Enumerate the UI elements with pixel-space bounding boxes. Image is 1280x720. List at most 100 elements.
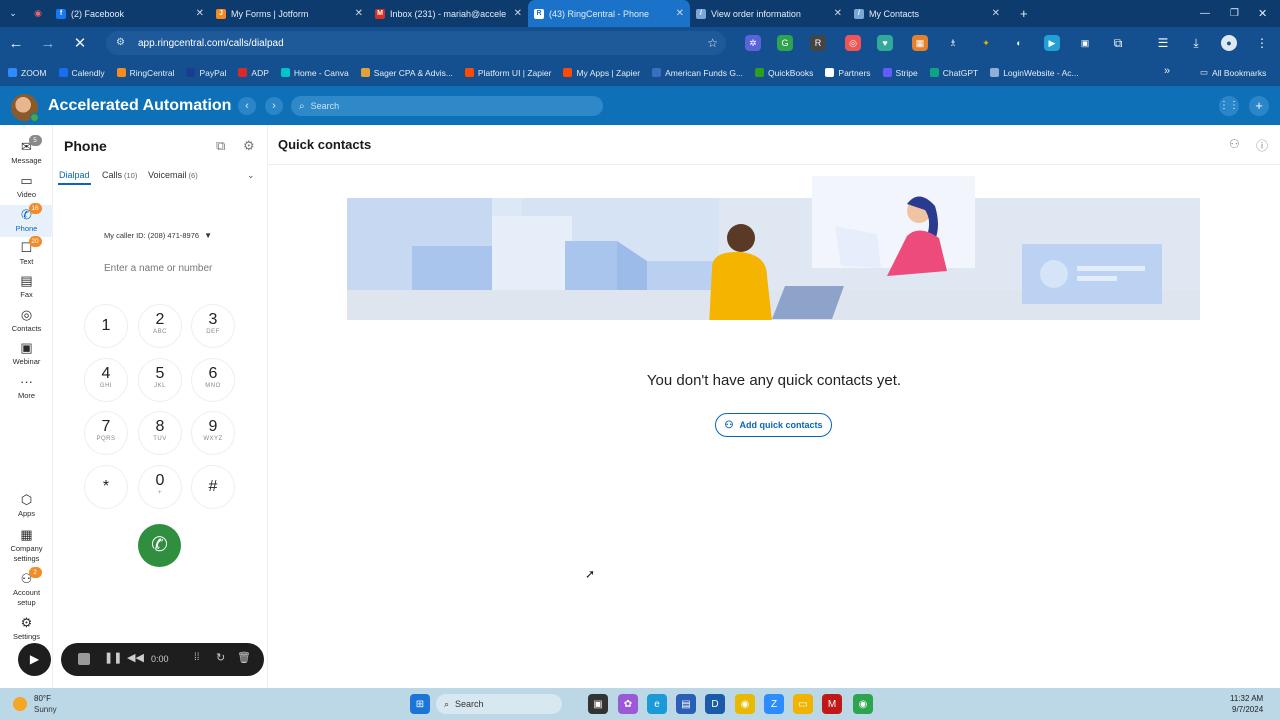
dialpad-key[interactable]: 1 (84, 304, 128, 348)
dialpad-key[interactable]: 9 WXYZ (191, 411, 235, 455)
back-button[interactable]: ← (0, 35, 32, 52)
rail-item-webinar[interactable]: ▣ Webinar (0, 338, 53, 370)
dialpad-key[interactable]: 5 JKL (138, 358, 182, 402)
bookmark-item[interactable]: RingCentral (116, 68, 174, 78)
browser-tab[interactable]: J My Forms | Jotform ✕ (210, 0, 369, 27)
dialpad-key[interactable]: 4 GHI (84, 358, 128, 402)
extension-icon[interactable]: ✲ (745, 35, 761, 51)
history-forward-button[interactable]: › (265, 97, 283, 115)
extension-icon[interactable]: ♗ (945, 35, 961, 51)
rail-item-company-settings[interactable]: ▦ Company settings (0, 528, 53, 564)
browser-tab[interactable]: M Inbox (231) - mariah@accele ✕ (369, 0, 528, 27)
bookmark-item[interactable]: ZOOM (8, 68, 47, 78)
bookmark-item[interactable]: PayPal (186, 68, 226, 78)
app-search-input[interactable]: ⌕ Search (291, 96, 603, 116)
download-icon[interactable]: ⤓ (1188, 35, 1204, 51)
rail-item-contacts[interactable]: ◎ Contacts (0, 305, 53, 337)
new-action-button[interactable]: + (1249, 96, 1269, 116)
extension-icon[interactable]: ◐ (1011, 35, 1027, 51)
bookmark-item[interactable]: Calendly (58, 68, 105, 78)
dialpad-key[interactable]: 6 MNO (191, 358, 235, 402)
extension-icon[interactable]: G (777, 35, 793, 51)
dialpad-key[interactable]: * (84, 465, 128, 509)
bookmark-item[interactable]: My Apps | Zapier (563, 68, 640, 78)
dialpad-key[interactable]: 0 + (138, 465, 182, 509)
dialpad-key[interactable]: 7 PQRS (84, 411, 128, 455)
rail-item-account-setup[interactable]: ⚇ 2 Account setup (0, 567, 53, 608)
extension-icon[interactable]: ♥ (877, 35, 893, 51)
minimize-button[interactable]: — (1200, 8, 1210, 19)
dialpad-key[interactable]: # (191, 465, 235, 509)
tab-close-icon[interactable]: ✕ (834, 8, 842, 19)
popout-icon[interactable]: ⧉ (216, 138, 225, 154)
extension-icon[interactable]: R (810, 35, 826, 51)
bookmark-item[interactable]: Partners (825, 68, 871, 78)
browser-tab[interactable]: R (43) RingCentral - Phone ✕ (528, 0, 690, 27)
edge-icon[interactable]: e (647, 694, 667, 714)
add-quick-contacts-button[interactable]: ⚇ Add quick contacts (715, 413, 832, 437)
trash-icon[interactable]: 🗑 (237, 651, 251, 664)
browser-tab[interactable]: f (2) Facebook ✕ (50, 0, 210, 27)
app-grid-icon[interactable]: ⋮⋮ (1219, 96, 1239, 116)
bookmarks-overflow-icon[interactable]: » (1164, 65, 1170, 77)
taskbar-search[interactable]: ⌕ Search (436, 694, 562, 714)
number-input[interactable]: Enter a name or number (104, 263, 212, 274)
dialpad-key[interactable]: 3 DEF (191, 304, 235, 348)
extensions-puzzle-icon[interactable]: ⧉ (1110, 35, 1126, 51)
bookmark-item[interactable]: LoginWebsite - Ac... (990, 68, 1079, 78)
tab-dialpad[interactable]: Dialpad (59, 170, 90, 180)
browser-tab[interactable]: / View order information ✕ (690, 0, 848, 27)
pause-icon[interactable]: ❚❚ (104, 651, 122, 664)
new-tab-button[interactable]: + (1020, 6, 1028, 21)
restart-icon[interactable]: ↻ (216, 651, 225, 664)
windows-start-icon[interactable]: ⊞ (410, 694, 430, 714)
tab-close-icon[interactable]: ✕ (514, 8, 522, 19)
avatar[interactable] (11, 94, 39, 122)
mcafee-icon[interactable]: M (822, 694, 842, 714)
tab-close-icon[interactable]: ✕ (992, 8, 1000, 19)
tab-close-icon[interactable]: ✕ (196, 8, 204, 19)
rail-item-settings[interactable]: ⚙ Settings (0, 616, 53, 642)
bookmark-item[interactable]: American Funds G... (652, 68, 743, 78)
rail-item-phone[interactable]: ✆ 16 Phone (0, 203, 53, 237)
profile-icon[interactable]: ● (1221, 35, 1237, 51)
site-info-icon[interactable]: ⚙ (116, 37, 128, 49)
browser-menu-icon[interactable]: ⋮ (1254, 35, 1270, 51)
copilot-icon[interactable]: ✿ (618, 694, 638, 714)
tab-close-icon[interactable]: ✕ (676, 8, 684, 19)
history-back-button[interactable]: ‹ (238, 97, 256, 115)
extension-icon[interactable]: ▣ (1077, 35, 1093, 51)
tab-menu-button[interactable]: ⌄ (0, 8, 26, 19)
tab-voicemail[interactable]: Voicemail (6) (148, 170, 198, 180)
record-camera-button[interactable]: ▶ (18, 643, 51, 676)
url-field[interactable]: ⚙ app.ringcentral.com/calls/dialpad ☆ (106, 31, 726, 55)
extension-icon[interactable]: ✦ (978, 35, 994, 51)
task-view-icon[interactable]: ▣ (588, 694, 608, 714)
forward-button[interactable]: → (32, 35, 64, 52)
call-button[interactable]: ✆ (138, 524, 181, 567)
bookmark-item[interactable]: Stripe (882, 68, 918, 78)
tab-close-icon[interactable]: ✕ (355, 8, 363, 19)
bookmark-item[interactable]: Platform UI | Zapier (464, 68, 551, 78)
stop-icon[interactable] (78, 653, 90, 665)
extension-icon[interactable]: ▶ (1044, 35, 1060, 51)
browser-tab[interactable]: / My Contacts ✕ (848, 0, 1006, 27)
dialpad-key[interactable]: 2 ABC (138, 304, 182, 348)
add-contact-icon[interactable]: ⚇ (1229, 137, 1240, 151)
caller-id-select[interactable]: My caller ID: (208) 471-8976 ▼ (104, 231, 212, 240)
extension-icon[interactable]: ▦ (912, 35, 928, 51)
file-explorer-icon[interactable]: ▭ (793, 694, 813, 714)
rail-item-video[interactable]: ▭ Video (0, 171, 53, 203)
bookmark-item[interactable]: ChatGPT (929, 68, 978, 78)
restore-button[interactable]: ❐ (1230, 8, 1239, 19)
tabs-dropdown-chevron-icon[interactable]: ⌄ (247, 170, 255, 181)
grid-icon[interactable]: ⁞⁞ (194, 652, 200, 663)
store-icon[interactable]: ▤ (676, 694, 696, 714)
bookmark-item[interactable]: Sager CPA & Advis... (360, 68, 453, 78)
rail-item-message[interactable]: ✉ 5 Message (0, 135, 53, 169)
tab-calls[interactable]: Calls (10) (102, 170, 137, 180)
chrome-icon[interactable]: ◉ (853, 694, 873, 714)
all-bookmarks-link[interactable]: ▭ All Bookmarks (1200, 67, 1266, 78)
extension-icon[interactable]: ◎ (845, 35, 861, 51)
help-icon[interactable]: ⓘ (1256, 137, 1268, 154)
